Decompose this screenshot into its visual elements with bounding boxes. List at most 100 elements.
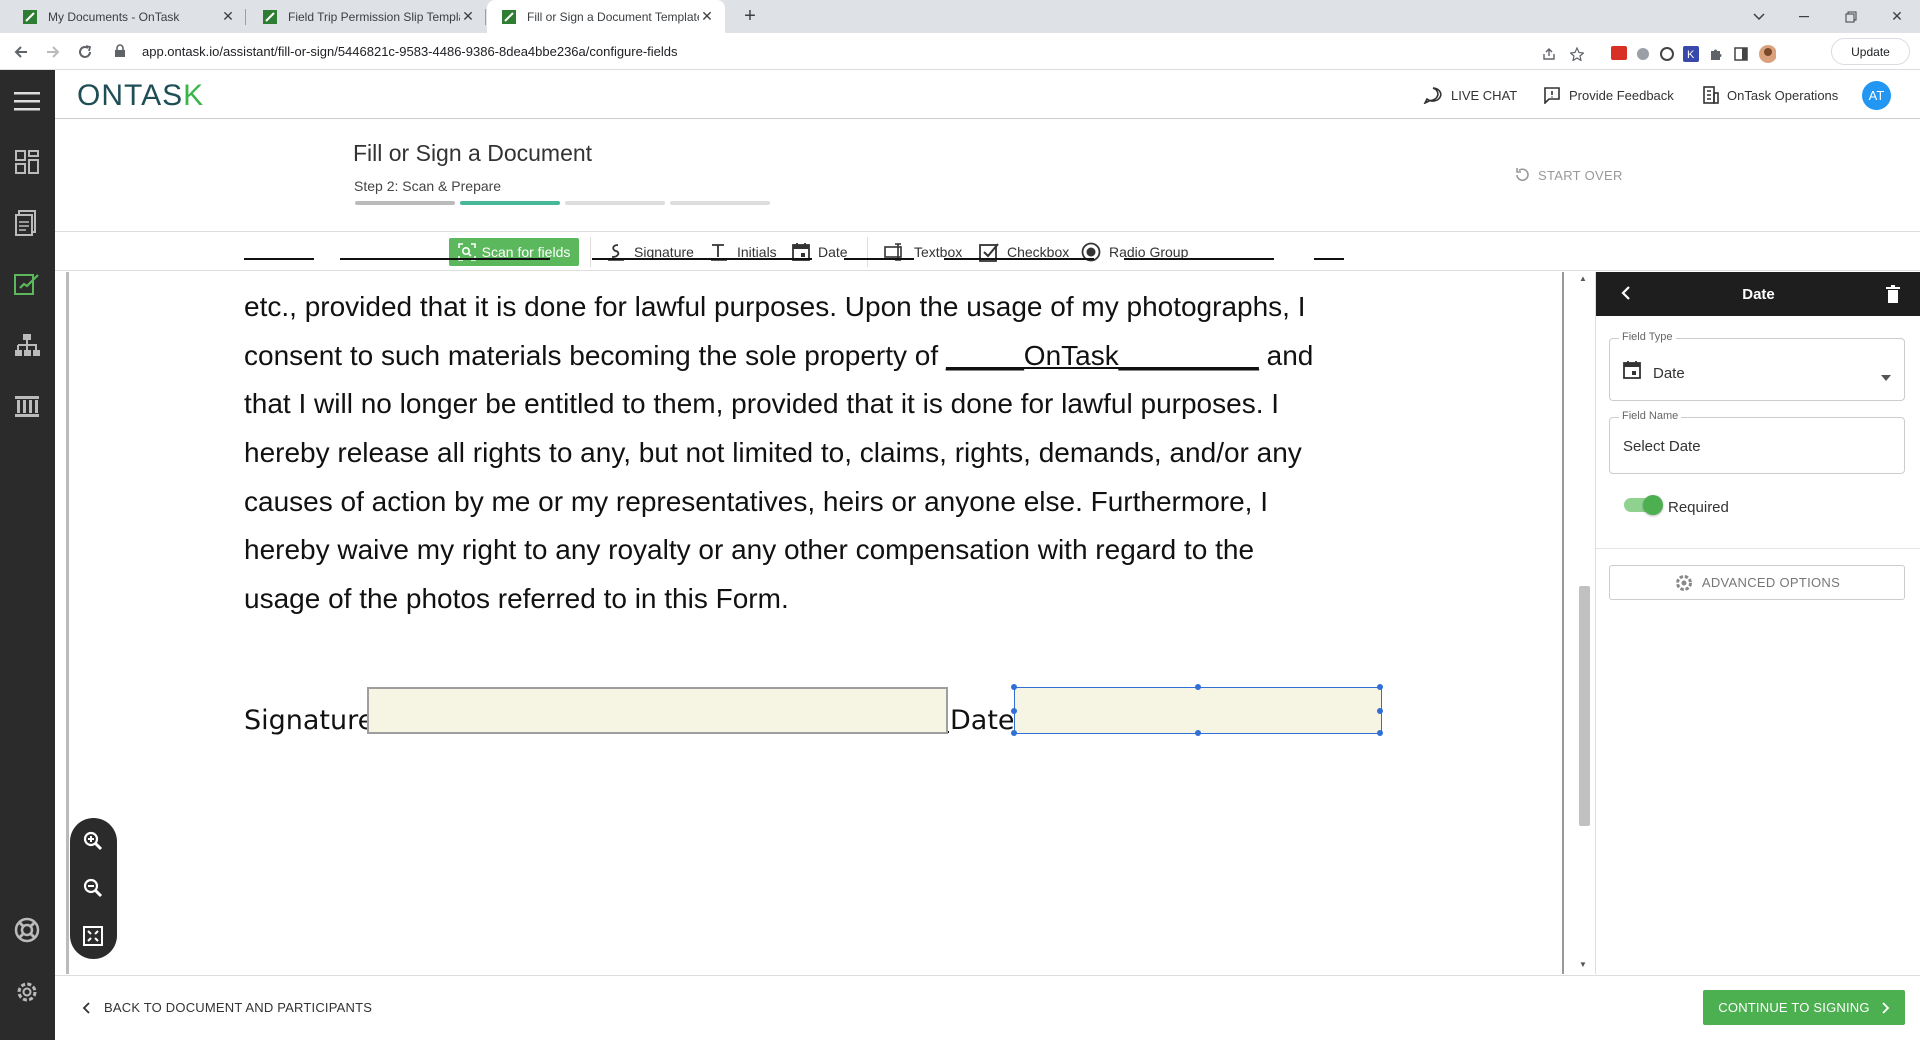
trash-icon[interactable] bbox=[1885, 284, 1901, 309]
calendar-icon bbox=[1623, 360, 1641, 385]
zoom-controls bbox=[70, 818, 117, 959]
settings-gear-icon[interactable] bbox=[12, 977, 42, 1007]
clipped-text-line bbox=[244, 258, 1364, 274]
back-to-document-button[interactable]: BACK TO DOCUMENT AND PARTICIPANTS bbox=[82, 1000, 372, 1015]
side-panel-icon[interactable] bbox=[1732, 45, 1750, 63]
back-arrow-icon[interactable] bbox=[8, 39, 34, 65]
feedback-icon bbox=[1544, 87, 1560, 104]
scroll-up-arrow-icon[interactable]: ▲ bbox=[1579, 274, 1587, 283]
back-label: BACK TO DOCUMENT AND PARTICIPANTS bbox=[104, 1000, 373, 1015]
resize-handle[interactable] bbox=[1377, 684, 1383, 690]
resize-handle[interactable] bbox=[1011, 708, 1017, 714]
dashboard-icon[interactable] bbox=[12, 147, 42, 177]
provide-feedback-link[interactable]: Provide Feedback bbox=[1543, 86, 1674, 104]
documents-icon[interactable] bbox=[12, 208, 42, 238]
chevron-right-icon bbox=[1882, 1001, 1889, 1014]
app-sidebar bbox=[0, 70, 55, 1040]
menu-icon[interactable] bbox=[12, 86, 42, 116]
progress-step-1 bbox=[355, 201, 455, 205]
fit-to-page-icon[interactable] bbox=[82, 925, 104, 947]
ontask-logo[interactable]: ONTASK bbox=[77, 79, 204, 113]
continue-to-signing-button[interactable]: CONTINUE TO SIGNING bbox=[1703, 990, 1905, 1025]
advanced-options-button[interactable]: ADVANCED OPTIONS bbox=[1609, 565, 1905, 600]
lock-icon[interactable] bbox=[114, 44, 126, 63]
required-label: Required bbox=[1668, 499, 1729, 516]
extension-grey-icon[interactable] bbox=[1634, 45, 1652, 63]
workflow-icon[interactable] bbox=[12, 330, 42, 360]
field-type-label: Field Type bbox=[1619, 331, 1676, 343]
reload-icon[interactable] bbox=[72, 39, 98, 65]
date-field-selected[interactable] bbox=[1011, 684, 1383, 736]
organization-menu[interactable]: OnTask Operations bbox=[1703, 86, 1838, 104]
doc-line: etc., provided that it is done for lawfu… bbox=[244, 291, 1306, 322]
step-label: Step 2: Scan & Prepare bbox=[354, 178, 502, 194]
browser-tab-fill-or-sign[interactable]: Fill or Sign a Document Template ✕ bbox=[487, 0, 725, 33]
field-name-input[interactable]: Field Name Select Date bbox=[1609, 410, 1905, 474]
omnibox[interactable]: app.ontask.io/assistant/fill-or-sign/544… bbox=[106, 37, 1906, 66]
resize-handle[interactable] bbox=[1377, 708, 1383, 714]
resize-handle[interactable] bbox=[1195, 730, 1201, 736]
browser-tab-my-documents[interactable]: My Documents - OnTask ✕ bbox=[8, 0, 246, 33]
update-button[interactable]: Update bbox=[1831, 38, 1910, 65]
url-text[interactable]: app.ontask.io/assistant/fill-or-sign/544… bbox=[142, 44, 678, 59]
close-window-icon[interactable]: ✕ bbox=[1874, 0, 1920, 33]
wizard-footer: BACK TO DOCUMENT AND PARTICIPANTS CONTIN… bbox=[55, 975, 1920, 1040]
extension-k-icon[interactable]: K bbox=[1682, 45, 1700, 63]
property-owner-fill: _____OnTask_________ bbox=[945, 339, 1259, 371]
resize-handle[interactable] bbox=[1377, 730, 1383, 736]
zoom-out-icon[interactable] bbox=[82, 877, 104, 899]
dropdown-caret-icon bbox=[1881, 368, 1891, 386]
close-tab-icon[interactable]: ✕ bbox=[460, 8, 476, 25]
toggle-knob bbox=[1643, 495, 1663, 515]
doc-line: hereby release all rights to any, but no… bbox=[244, 437, 1302, 469]
browser-address-bar: app.ontask.io/assistant/fill-or-sign/544… bbox=[0, 33, 1920, 70]
signature-label: Signature: bbox=[244, 705, 384, 736]
new-tab-button[interactable]: + bbox=[737, 4, 763, 30]
browser-tab-field-trip[interactable]: Field Trip Permission Slip Templat ✕ bbox=[248, 0, 486, 33]
forward-arrow-icon[interactable] bbox=[40, 39, 66, 65]
svg-text:K: K bbox=[1687, 49, 1695, 61]
progress-step-4 bbox=[670, 201, 770, 205]
start-over-button[interactable]: START OVER bbox=[1514, 167, 1623, 183]
live-chat-link[interactable]: LIVE CHAT bbox=[1423, 86, 1517, 104]
restore-icon[interactable] bbox=[1828, 0, 1874, 33]
tab-title: My Documents - OnTask bbox=[48, 9, 180, 24]
bookmark-star-icon[interactable] bbox=[1568, 45, 1586, 63]
required-toggle[interactable] bbox=[1624, 495, 1663, 515]
tab-title: Field Trip Permission Slip Templat bbox=[288, 9, 460, 24]
ontask-favicon-icon bbox=[22, 9, 38, 25]
field-type-select[interactable]: Field Type Date bbox=[1609, 331, 1905, 401]
page-title: Fill or Sign a Document bbox=[353, 140, 593, 166]
panel-header: Date bbox=[1596, 272, 1920, 316]
doc-line: hereby waive my right to any royalty or … bbox=[244, 534, 1255, 566]
zoom-in-icon[interactable] bbox=[82, 830, 104, 852]
extension-dark-icon[interactable] bbox=[1658, 45, 1676, 63]
tab-search-icon[interactable] bbox=[1736, 0, 1782, 33]
help-lifebuoy-icon[interactable] bbox=[12, 915, 42, 945]
doc-line: consent to such materials becoming the s… bbox=[244, 339, 1314, 371]
fill-sign-icon[interactable] bbox=[12, 269, 42, 299]
live-chat-label: LIVE CHAT bbox=[1451, 87, 1518, 103]
close-tab-icon[interactable]: ✕ bbox=[699, 8, 715, 25]
document-scrollbar[interactable]: ▲ ▼ bbox=[1575, 272, 1595, 974]
page-edge bbox=[66, 272, 69, 974]
close-tab-icon[interactable]: ✕ bbox=[220, 8, 236, 25]
puzzle-extensions-icon[interactable] bbox=[1707, 45, 1725, 63]
resize-handle[interactable] bbox=[1011, 730, 1017, 736]
ontask-favicon-icon bbox=[262, 9, 278, 25]
scrollbar-thumb[interactable] bbox=[1579, 586, 1590, 826]
user-avatar[interactable]: AT bbox=[1862, 81, 1891, 110]
extension-red-icon[interactable] bbox=[1610, 45, 1628, 63]
library-icon[interactable] bbox=[12, 391, 42, 421]
scroll-down-arrow-icon[interactable]: ▼ bbox=[1579, 960, 1587, 969]
document-body-text: etc., provided that it is done for lawfu… bbox=[244, 283, 1364, 624]
signature-field[interactable] bbox=[367, 687, 948, 734]
profile-avatar-icon[interactable] bbox=[1758, 45, 1776, 63]
share-icon[interactable] bbox=[1540, 45, 1558, 63]
restart-icon bbox=[1516, 168, 1529, 181]
field-name-value: Select Date bbox=[1623, 438, 1701, 455]
minimize-icon[interactable] bbox=[1782, 0, 1828, 33]
resize-handle[interactable] bbox=[1011, 684, 1017, 690]
org-name: OnTask Operations bbox=[1727, 87, 1839, 103]
resize-handle[interactable] bbox=[1195, 684, 1201, 690]
